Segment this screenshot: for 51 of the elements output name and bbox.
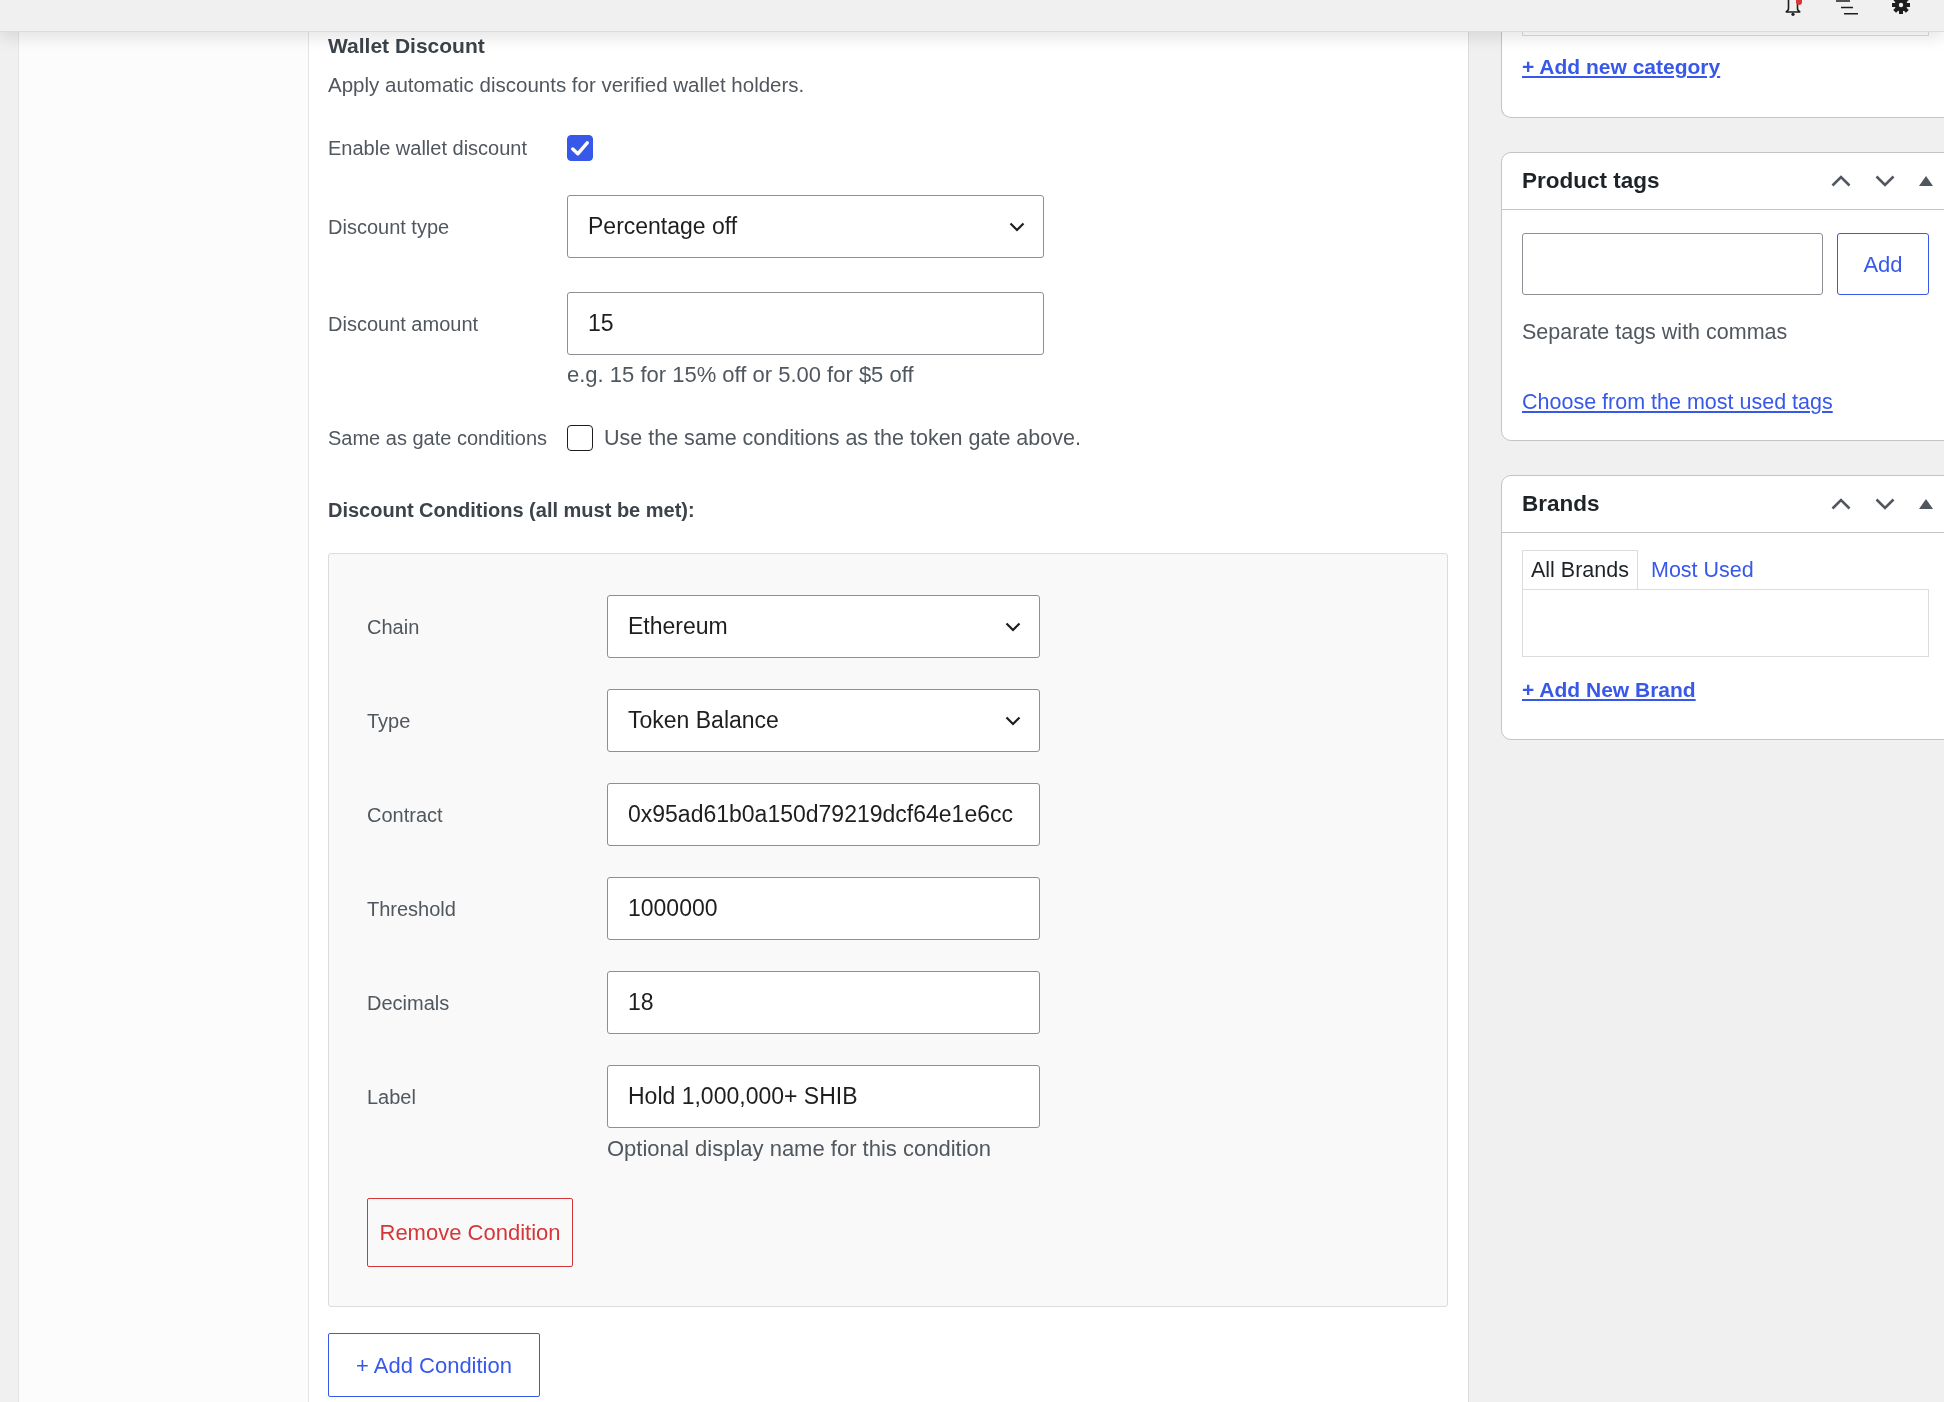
text-field[interactable]: 0x95ad61b0a150d79219dcf64e1e6cc xyxy=(607,783,1040,846)
most-used-tags-link[interactable]: Choose from the most used tags xyxy=(1522,388,1833,416)
checkbox[interactable] xyxy=(567,135,593,161)
chevron-down-icon[interactable] xyxy=(1875,498,1895,510)
field-label: Same as gate conditions xyxy=(328,426,549,451)
field-hint: e.g. 15 for 15% off or 5.00 for $5 off xyxy=(567,361,914,389)
remove-condition-button[interactable]: Remove Condition xyxy=(367,1198,573,1267)
tag-input-field[interactable] xyxy=(1522,233,1823,295)
field-label: Threshold xyxy=(367,896,457,922)
text-field[interactable]: 18 xyxy=(607,971,1040,1034)
field-hint: Optional display name for this condition xyxy=(607,1135,991,1163)
add-tag-button[interactable]: Add xyxy=(1837,233,1929,295)
field-label: Contract xyxy=(367,802,444,828)
chevron-up-icon[interactable] xyxy=(1831,498,1851,510)
help-text: Separate tags with commas xyxy=(1522,319,1788,346)
add-brand-link[interactable]: + Add New Brand xyxy=(1522,676,1696,704)
chevron-up-icon[interactable] xyxy=(1831,175,1851,187)
panel-title: Brands xyxy=(1522,490,1600,519)
settings-icon[interactable] xyxy=(1892,0,1910,14)
dropdown[interactable]: Token Balance xyxy=(607,689,1040,752)
field-label: Label xyxy=(367,1084,417,1110)
text-field[interactable]: 1000000 xyxy=(607,877,1040,940)
chevron-down-icon xyxy=(1005,715,1021,726)
triangle-up-icon[interactable] xyxy=(1919,499,1933,509)
chevron-down-icon xyxy=(1009,221,1025,232)
add-category-link[interactable]: + Add new category xyxy=(1522,53,1721,81)
field-label: Type xyxy=(367,708,412,734)
chevron-down-icon[interactable] xyxy=(1875,175,1895,187)
conditions-heading: Discount Conditions (all must be met): xyxy=(328,498,695,523)
text-field[interactable]: Hold 1,000,000+ SHIB xyxy=(607,1065,1040,1128)
section-title: Wallet Discount xyxy=(328,33,485,59)
add-condition-button[interactable]: + Add Condition xyxy=(328,1333,540,1397)
section-description: Apply automatic discounts for verified wallet holders. xyxy=(328,72,805,98)
list-view-icon[interactable] xyxy=(1836,0,1858,15)
field-label: Chain xyxy=(367,614,421,640)
triangle-up-icon[interactable] xyxy=(1919,176,1933,186)
text-field[interactable]: 15 xyxy=(567,292,1044,355)
dropdown[interactable]: Percentage off xyxy=(567,195,1044,258)
field-label: Decimals xyxy=(367,990,451,1016)
panel-title: Product tags xyxy=(1522,167,1660,196)
tab[interactable]: Most Used xyxy=(1638,550,1767,589)
chevron-down-icon xyxy=(1005,621,1021,632)
bell-icon[interactable] xyxy=(1784,0,1802,16)
checkbox-label: Use the same conditions as the token gate above. xyxy=(604,424,1081,452)
tab[interactable]: All Brands xyxy=(1522,550,1638,589)
field-label: Discount type xyxy=(328,214,451,240)
checkbox[interactable] xyxy=(567,425,593,451)
checkmark-icon xyxy=(571,140,589,156)
field-label: Discount amount xyxy=(328,311,480,337)
field-label: Enable wallet discount xyxy=(328,136,528,161)
dropdown[interactable]: Ethereum xyxy=(607,595,1040,658)
